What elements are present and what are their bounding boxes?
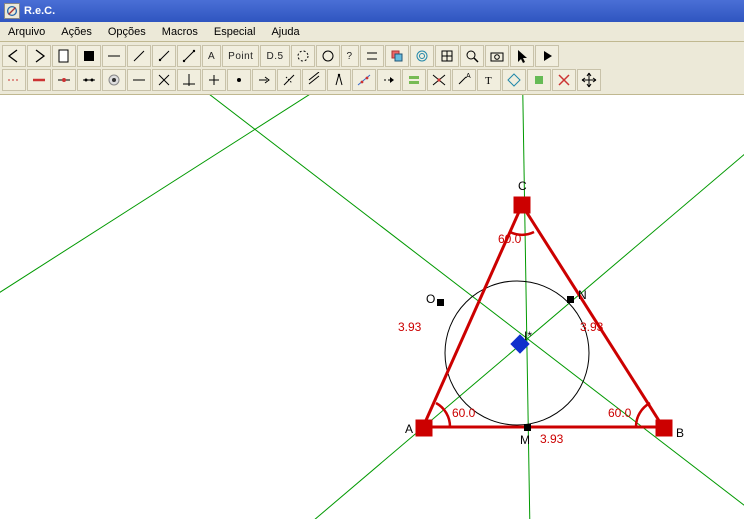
circle-icon[interactable] [316, 45, 340, 67]
point-on-icon[interactable] [52, 69, 76, 91]
point-N [567, 296, 574, 303]
forward-icon[interactable] [27, 45, 51, 67]
d5-tool-icon[interactable]: D.5 [260, 45, 289, 67]
label-A: A [405, 422, 413, 436]
plus-tool-icon[interactable] [202, 69, 226, 91]
label-I: I* [524, 329, 532, 343]
label-N: N [578, 288, 587, 302]
label-O: O [426, 292, 435, 306]
dot-icon[interactable] [227, 69, 251, 91]
magnify-icon[interactable] [460, 45, 484, 67]
side-CA-value: 3.93 [398, 320, 422, 334]
segment-icon[interactable] [177, 45, 201, 67]
variant-set-icon[interactable] [352, 69, 376, 91]
arrows4-icon[interactable] [577, 69, 601, 91]
menu-arquivo[interactable]: Arquivo [0, 24, 53, 40]
vertex-B [656, 420, 672, 436]
file-icon[interactable] [52, 45, 76, 67]
angle-A-value: 60.0 [452, 406, 476, 420]
menubar: Arquivo Ações Opções Macros Especial Aju… [0, 22, 744, 42]
play-icon[interactable] [535, 45, 559, 67]
menu-macros[interactable]: Macros [154, 24, 206, 40]
line-tool-icon[interactable] [127, 69, 151, 91]
svg-text:A: A [466, 73, 471, 80]
layers-icon[interactable] [385, 45, 409, 67]
to-label-icon[interactable]: A [452, 69, 476, 91]
perp-bisector-icon[interactable] [277, 69, 301, 91]
t-text-icon[interactable]: T [477, 69, 501, 91]
app-icon [4, 3, 20, 19]
titlebar: R.e.C. [0, 0, 744, 22]
dashed-circle-icon[interactable] [291, 45, 315, 67]
side-AB-value: 3.93 [540, 432, 564, 446]
toolbar-row-1: A Point D.5 ? [2, 44, 742, 68]
stack-icon[interactable] [402, 69, 426, 91]
ray-icon[interactable] [152, 45, 176, 67]
svg-text:T: T [485, 75, 492, 87]
side-CB [522, 205, 663, 427]
arrow-dash-icon[interactable] [377, 69, 401, 91]
menu-opcoes[interactable]: Opções [100, 24, 154, 40]
menu-especial[interactable]: Especial [206, 24, 264, 40]
x-red-icon[interactable] [552, 69, 576, 91]
solid-square-icon[interactable] [527, 69, 551, 91]
window-title: R.e.C. [24, 5, 55, 17]
circle-hilite-icon[interactable] [102, 69, 126, 91]
filled-rect-icon[interactable] [77, 45, 101, 67]
menu-ajuda[interactable]: Ajuda [263, 24, 307, 40]
x-lines-icon[interactable] [152, 69, 176, 91]
diag-line-icon[interactable] [127, 45, 151, 67]
toolbar-row-2: A T [2, 68, 742, 92]
camera-icon[interactable] [485, 45, 509, 67]
angle-B-value: 60.0 [608, 406, 632, 420]
point-M [524, 424, 531, 431]
label-B: B [676, 426, 684, 440]
grid-icon[interactable] [435, 45, 459, 67]
parallel-lines-icon[interactable] [360, 45, 384, 67]
back-icon[interactable] [2, 45, 26, 67]
pointer-icon[interactable] [510, 45, 534, 67]
arrow-right-icon[interactable] [252, 69, 276, 91]
seg-dash-icon[interactable] [2, 69, 26, 91]
hline-icon[interactable] [102, 45, 126, 67]
intersect-icon[interactable] [427, 69, 451, 91]
drawing-canvas[interactable]: A B C M N O I* 60.0 60.0 60.0 3.93 3.93 … [0, 95, 744, 519]
label-C: C [518, 179, 527, 193]
point-tool-icon[interactable]: Point [222, 45, 259, 67]
lozenge-icon[interactable] [502, 69, 526, 91]
side-CB-value: 3.93 [580, 320, 604, 334]
vertex-A [416, 420, 432, 436]
angle-C-value: 60.0 [498, 232, 522, 246]
toolbars: A Point D.5 ? A T [0, 42, 744, 95]
concentric-icon[interactable] [410, 45, 434, 67]
label-M: M [520, 433, 530, 447]
seg-bold-icon[interactable] [27, 69, 51, 91]
text-label-icon[interactable]: A [202, 45, 221, 67]
midpoint-icon[interactable] [77, 69, 101, 91]
perpendicular-icon[interactable] [177, 69, 201, 91]
compass-icon[interactable] [327, 69, 351, 91]
menu-acoes[interactable]: Ações [53, 24, 100, 40]
parallel-tool-icon[interactable] [302, 69, 326, 91]
vertex-C [514, 197, 530, 213]
geometry-figure: A B C M N O I* 60.0 60.0 60.0 3.93 3.93 … [0, 95, 744, 519]
help-icon[interactable]: ? [341, 45, 359, 67]
point-O [437, 299, 444, 306]
